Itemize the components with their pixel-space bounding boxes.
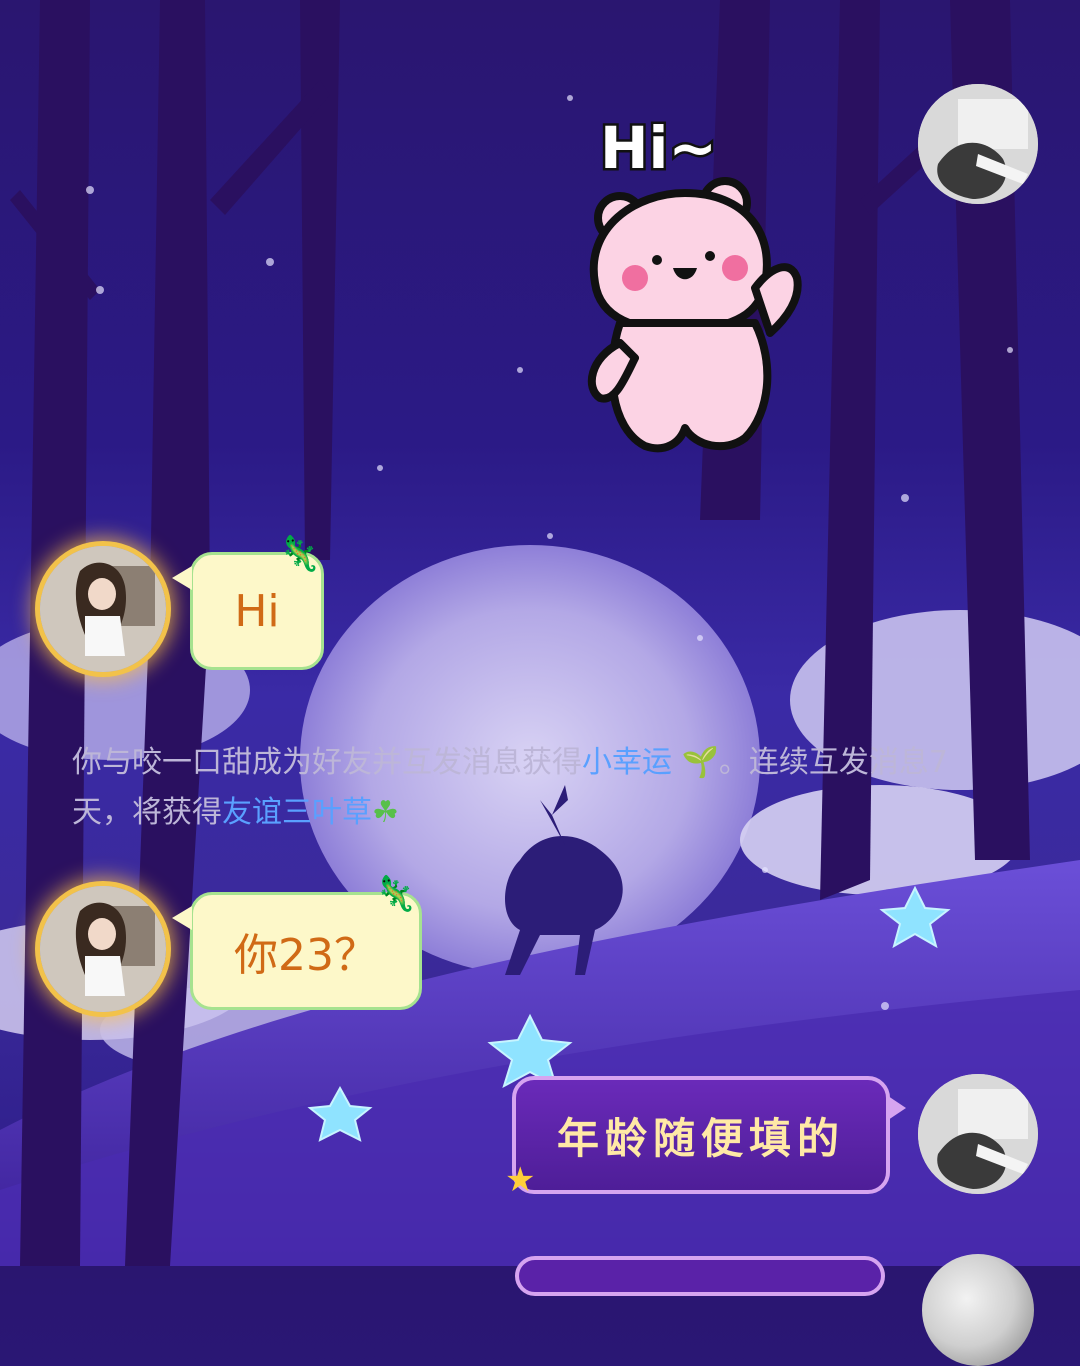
bubble-tail	[888, 1096, 906, 1120]
message-text: Hi	[234, 585, 280, 637]
friend-avatar-image	[40, 886, 166, 1012]
message-text: 你23？	[234, 930, 378, 981]
avatar-image	[918, 84, 1038, 204]
sticker-caption: Hi~	[600, 114, 717, 182]
system-notice: 你与咬一口甜成为好友并互发消息获得小幸运 🌱。连续互发消息7天，将获得友谊三叶草…	[72, 738, 1002, 838]
pink-bear-waving-sticker[interactable]: Hi~	[565, 108, 805, 468]
my-avatar[interactable]	[918, 84, 1038, 204]
friend-avatar-image	[40, 546, 166, 672]
message-bubble-right[interactable]: 年龄随便填的	[512, 1076, 890, 1194]
link-friendship-clover[interactable]: 友谊三叶草	[222, 795, 372, 830]
friend-avatar[interactable]	[40, 886, 166, 1012]
avatar-image	[918, 1074, 1038, 1194]
my-avatar[interactable]	[922, 1254, 1034, 1366]
chameleon-icon: 🦎	[374, 874, 417, 914]
friend-avatar[interactable]	[40, 546, 166, 672]
chameleon-icon: 🦎	[278, 534, 321, 574]
sprout-icon: 🌱	[672, 745, 719, 780]
star-icon: ★	[505, 1160, 536, 1200]
notice-prefix: 你与咬一口甜成为好友并互发消息获得	[72, 745, 582, 780]
message-text: 年龄随便填的	[556, 1113, 845, 1163]
message-bubble-right[interactable]	[515, 1256, 885, 1296]
my-avatar[interactable]	[918, 1074, 1038, 1194]
link-lucky[interactable]: 小幸运	[582, 745, 672, 780]
bubble-tail	[172, 566, 192, 590]
clover-icon: ☘	[372, 795, 399, 830]
bubble-tail	[172, 906, 192, 930]
